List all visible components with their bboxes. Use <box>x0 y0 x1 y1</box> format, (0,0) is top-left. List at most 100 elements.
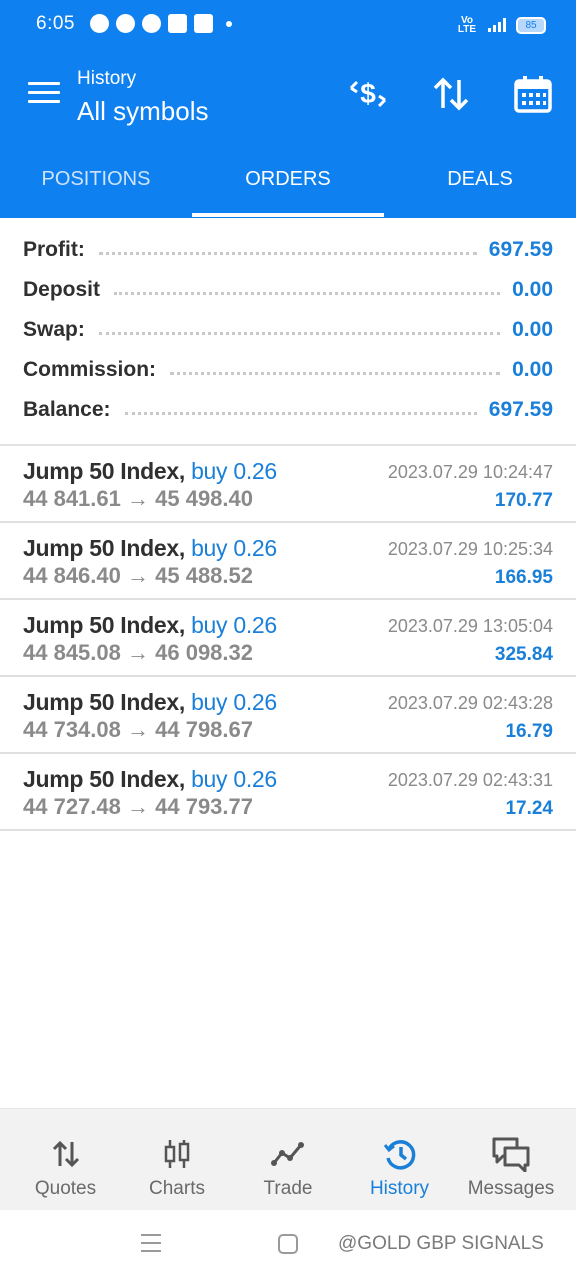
summary-row-swap: Swap: 0.00 <box>23 310 553 350</box>
symbol-filter-title[interactable]: All symbols <box>77 96 208 127</box>
list-item[interactable]: Jump 50 Index, buy 0.26 44 734.08 → 44 7… <box>0 677 576 754</box>
open-price: 44 727.48 <box>23 794 121 819</box>
tab-deals[interactable]: DEALS <box>384 140 576 218</box>
arrow-right-icon: → <box>127 794 149 819</box>
deal-side: buy 0.26 <box>191 689 277 715</box>
nav-label: Charts <box>149 1178 205 1199</box>
open-price: 44 845.08 <box>23 640 121 665</box>
deal-time: 2023.07.29 10:25:34 <box>387 539 553 559</box>
facebook-icon <box>168 14 187 33</box>
deal-time: 2023.07.29 02:43:28 <box>387 693 553 713</box>
watermark: @GOLD GBP SIGNALS <box>338 1233 544 1254</box>
nav-label: Trade <box>263 1178 313 1199</box>
tab-orders[interactable]: ORDERS <box>192 140 384 218</box>
deposit-dollar-icon[interactable]: $ <box>346 72 390 116</box>
account-summary: Profit: 697.59 Deposit 0.00 Swap: 0.00 C… <box>0 218 576 446</box>
nav-charts[interactable]: Charts <box>131 1109 223 1210</box>
deal-side: buy 0.26 <box>191 458 277 484</box>
signal-icon <box>488 18 506 32</box>
summary-value: 697.59 <box>488 238 553 261</box>
open-price: 44 841.61 <box>23 486 121 511</box>
app-notification-icon <box>194 14 213 33</box>
nav-messages[interactable]: Messages <box>446 1109 576 1210</box>
recent-apps-icon[interactable] <box>141 1234 161 1258</box>
deal-side: buy 0.26 <box>191 535 277 561</box>
system-navigation-bar: @GOLD GBP SIGNALS <box>0 1210 576 1280</box>
deal-symbol: Jump 50 Index, <box>23 535 185 561</box>
list-item[interactable]: Jump 50 Index, buy 0.26 44 841.61 → 45 4… <box>0 446 576 523</box>
more-notifications-dot-icon <box>226 20 232 27</box>
status-time: 6:05 <box>36 13 75 34</box>
deal-time: 2023.07.29 13:05:04 <box>387 616 553 636</box>
tab-positions[interactable]: POSITIONS <box>0 140 192 218</box>
summary-value: 0.00 <box>512 278 553 301</box>
close-price: 45 488.52 <box>155 563 253 588</box>
summary-value: 0.00 <box>512 318 553 341</box>
candlestick-icon <box>131 1137 223 1171</box>
deal-symbol: Jump 50 Index, <box>23 766 185 792</box>
summary-label: Swap: <box>23 318 85 341</box>
list-item[interactable]: Jump 50 Index, buy 0.26 44 727.48 → 44 7… <box>0 754 576 831</box>
arrow-right-icon: → <box>127 486 149 511</box>
screen-subtitle: History <box>77 68 137 89</box>
status-bar: 6:05 Vo LTE 85 <box>0 0 576 52</box>
nav-trade[interactable]: Trade <box>223 1109 353 1210</box>
list-item[interactable]: Jump 50 Index, buy 0.26 44 846.40 → 45 4… <box>0 523 576 600</box>
summary-label: Deposit <box>23 278 101 301</box>
close-price: 45 498.40 <box>155 486 253 511</box>
arrow-right-icon: → <box>127 640 149 665</box>
calendar-icon[interactable] <box>511 72 555 116</box>
summary-row-profit: Profit: 697.59 <box>23 230 553 270</box>
arrow-right-icon: → <box>127 717 149 742</box>
summary-value: 697.59 <box>488 398 553 421</box>
deal-time: 2023.07.29 10:24:47 <box>387 462 553 482</box>
deal-side: buy 0.26 <box>191 766 277 792</box>
close-price: 44 798.67 <box>155 717 253 742</box>
summary-row-commission: Commission: 0.00 <box>23 350 553 390</box>
nav-label: History <box>369 1178 430 1199</box>
summary-value: 0.00 <box>512 358 553 381</box>
close-price: 46 098.32 <box>155 640 253 665</box>
deal-symbol: Jump 50 Index, <box>23 458 185 484</box>
trade-line-icon <box>223 1137 353 1171</box>
arrow-right-icon: → <box>127 563 149 588</box>
deals-list: Jump 50 Index, buy 0.26 44 841.61 → 45 4… <box>0 446 576 831</box>
deal-profit: 16.79 <box>505 721 553 742</box>
nav-label: Quotes <box>34 1178 97 1199</box>
home-icon[interactable] <box>278 1234 298 1254</box>
summary-row-deposit: Deposit 0.00 <box>23 270 553 310</box>
summary-label: Profit: <box>23 238 85 261</box>
bottom-navigation: Quotes Charts Trade History Messages <box>0 1108 576 1210</box>
sort-icon[interactable] <box>429 72 473 116</box>
telegram-icon <box>90 14 109 33</box>
messenger-icon <box>142 14 161 33</box>
history-clock-icon <box>353 1137 446 1171</box>
list-item[interactable]: Jump 50 Index, buy 0.26 44 845.08 → 46 0… <box>0 600 576 677</box>
deal-symbol: Jump 50 Index, <box>23 689 185 715</box>
messages-icon <box>446 1137 576 1172</box>
history-tabs: POSITIONS ORDERS DEALS <box>0 140 576 218</box>
quotes-arrows-icon <box>0 1137 131 1171</box>
deal-profit: 170.77 <box>494 490 553 511</box>
deal-time: 2023.07.29 02:43:31 <box>387 770 553 790</box>
nav-quotes[interactable]: Quotes <box>0 1109 131 1210</box>
menu-icon[interactable] <box>28 82 60 106</box>
deal-profit: 166.95 <box>494 567 553 588</box>
summary-row-balance: Balance: 697.59 <box>23 390 553 430</box>
whatsapp-icon <box>116 14 135 33</box>
deal-profit: 325.84 <box>494 644 553 665</box>
app-bar: History All symbols $ <box>0 52 576 140</box>
notification-icons <box>90 14 232 33</box>
close-price: 44 793.77 <box>155 794 253 819</box>
volte-indicator: Vo LTE <box>457 15 477 35</box>
nav-history[interactable]: History <box>353 1109 446 1210</box>
svg-text:$: $ <box>360 78 376 109</box>
battery-icon: 85 <box>516 16 546 34</box>
summary-label: Commission: <box>23 358 157 381</box>
deal-side: buy 0.26 <box>191 612 277 638</box>
tab-indicator <box>192 213 384 217</box>
nav-label: Messages <box>467 1178 555 1199</box>
deal-symbol: Jump 50 Index, <box>23 612 185 638</box>
deal-profit: 17.24 <box>505 798 553 819</box>
summary-label: Balance: <box>23 398 111 421</box>
